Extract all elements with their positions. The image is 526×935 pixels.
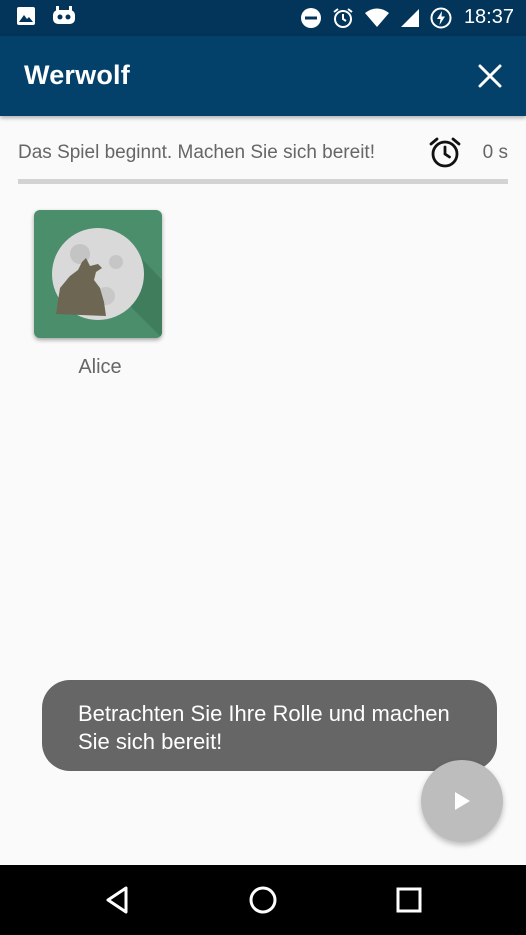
play-icon xyxy=(455,792,470,810)
close-icon[interactable] xyxy=(474,60,506,92)
play-button[interactable] xyxy=(421,760,503,842)
player-tile[interactable]: Alice xyxy=(34,210,162,378)
page-title: Werwolf xyxy=(24,60,130,90)
system-nav-bar xyxy=(0,865,526,935)
wolf-moon-icon xyxy=(52,228,162,338)
game-status-row: Das Spiel beginnt. Machen Sie sich berei… xyxy=(18,137,508,170)
do-not-disturb-icon xyxy=(300,7,321,28)
wifi-icon xyxy=(364,8,389,27)
recents-icon[interactable] xyxy=(392,883,426,917)
app-bar: Werwolf xyxy=(0,36,526,116)
toast-message: Betrachten Sie Ihre Rolle und machen Sie… xyxy=(42,680,497,771)
timer-progress-bar xyxy=(18,179,508,184)
status-time: 18:37 xyxy=(463,6,514,28)
player-avatar[interactable] xyxy=(34,210,162,338)
alarm-icon xyxy=(333,7,353,28)
home-icon[interactable] xyxy=(246,883,280,917)
timer-value: 0 s xyxy=(482,142,508,163)
battery-charging-icon xyxy=(430,7,452,28)
android-notification-icon xyxy=(53,6,75,24)
player-name: Alice xyxy=(78,356,122,378)
back-icon[interactable] xyxy=(100,883,134,917)
game-status-message: Das Spiel beginnt. Machen Sie sich berei… xyxy=(18,142,375,163)
alarm-clock-icon xyxy=(429,137,461,168)
status-bar: 18:37 xyxy=(0,0,526,36)
image-notification-icon xyxy=(17,7,35,25)
signal-icon xyxy=(400,8,419,27)
